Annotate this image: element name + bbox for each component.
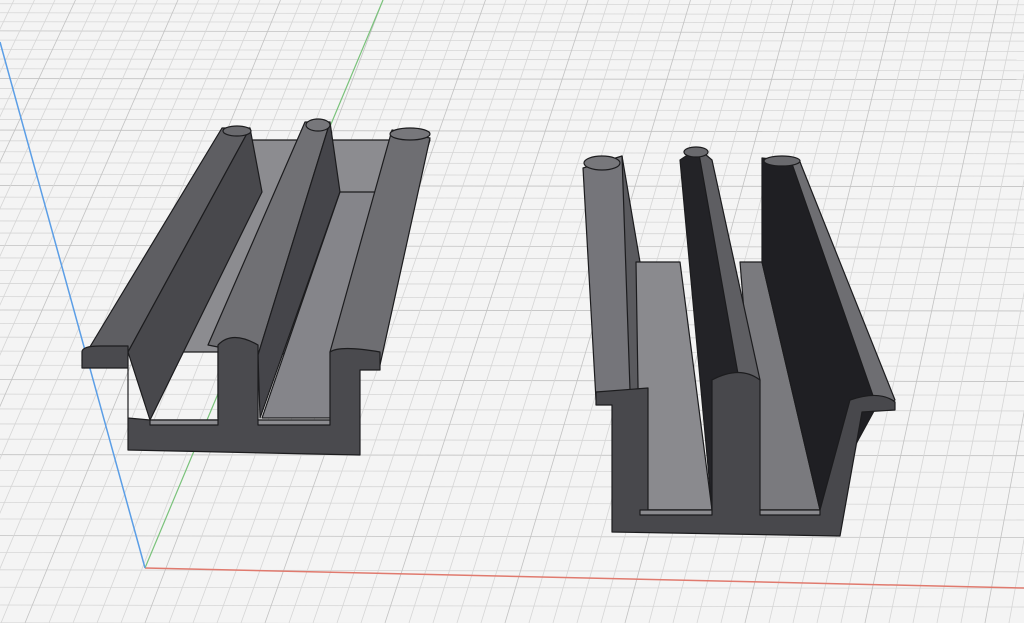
left-right-wall-cap (389, 127, 431, 141)
right-left-wall-cap (583, 155, 621, 171)
left-front-recess-2 (257, 419, 331, 426)
left-center-rib-cap (305, 118, 331, 132)
right-right-wall-cap (763, 155, 801, 167)
left-front-recess-1 (149, 419, 219, 426)
3d-viewport[interactable] (0, 0, 1024, 623)
viewport-canvas[interactable] (0, 0, 1024, 623)
right-center-wall-cap (683, 146, 709, 158)
left-wall-cap (222, 125, 252, 137)
right-front-recess-2 (759, 509, 821, 516)
right-front-recess-1 (639, 509, 713, 516)
